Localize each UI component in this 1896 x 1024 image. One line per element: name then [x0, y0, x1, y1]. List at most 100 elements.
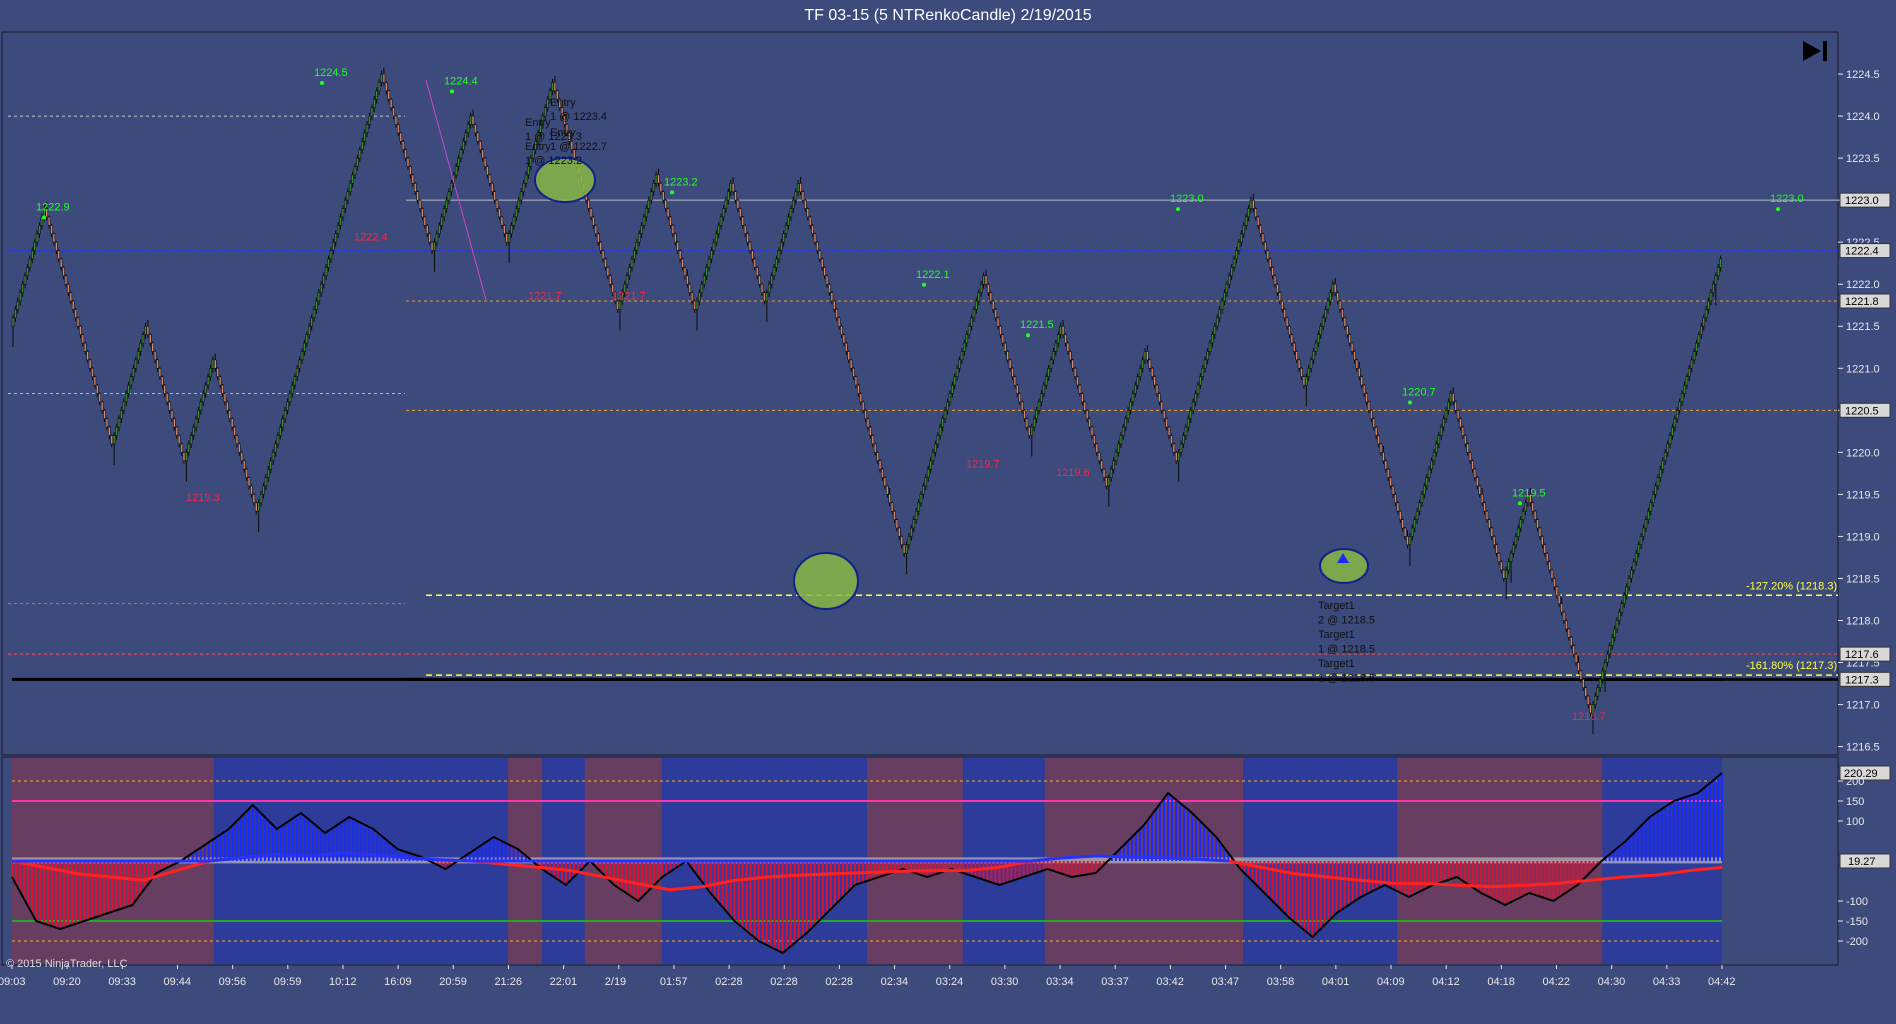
down-brick	[486, 166, 489, 176]
time-tick-label: 04:33	[1653, 976, 1681, 988]
up-brick	[199, 401, 203, 411]
down-brick	[1495, 544, 1498, 554]
down-brick	[156, 359, 159, 369]
up-brick	[1719, 258, 1722, 268]
down-brick	[1345, 325, 1349, 335]
down-brick	[686, 275, 689, 285]
up-brick	[645, 208, 648, 218]
up-brick	[1423, 485, 1426, 495]
time-tick-label: 04:30	[1598, 976, 1626, 988]
down-brick	[1280, 300, 1284, 310]
renko-chart[interactable]: 1216.51217.01217.51218.01218.51219.01219…	[0, 0, 1896, 1024]
up-brick	[141, 334, 145, 344]
up-brick	[710, 250, 713, 260]
up-brick	[115, 426, 118, 436]
osc-value-bubble-label: 220.29	[1844, 768, 1878, 780]
down-brick	[394, 115, 398, 125]
up-brick	[1663, 452, 1667, 462]
up-brick	[365, 124, 369, 134]
down-brick	[1259, 225, 1262, 235]
up-brick	[197, 410, 200, 420]
down-brick	[688, 283, 692, 293]
up-brick	[346, 191, 350, 201]
time-tick-label: 02:28	[825, 976, 853, 988]
up-brick	[139, 342, 142, 352]
up-brick	[1671, 426, 1674, 436]
up-brick	[1606, 653, 1609, 663]
copyright-label: © 2015 NinjaTrader, LLC	[6, 958, 127, 970]
up-brick	[1442, 418, 1445, 428]
up-brick	[127, 384, 130, 394]
down-brick	[592, 216, 595, 226]
swing-high-dot	[1776, 207, 1780, 212]
down-brick	[1016, 384, 1019, 394]
up-brick	[1230, 267, 1233, 277]
down-brick	[161, 376, 164, 386]
up-brick	[1056, 334, 1060, 344]
down-brick	[736, 199, 740, 209]
price-bubble-label: 1222.4	[1845, 246, 1879, 258]
up-brick	[351, 174, 354, 184]
up-brick	[1179, 443, 1183, 453]
up-brick	[132, 367, 135, 377]
down-brick	[74, 309, 77, 319]
up-brick	[1225, 283, 1229, 293]
down-brick	[79, 325, 82, 335]
up-brick	[698, 292, 701, 302]
down-brick	[1579, 670, 1583, 680]
down-brick	[1485, 510, 1489, 520]
down-brick	[828, 283, 831, 293]
down-brick	[67, 283, 70, 293]
up-brick	[348, 183, 352, 193]
down-brick	[64, 275, 68, 285]
up-brick	[796, 183, 800, 193]
down-brick	[1553, 578, 1556, 588]
down-brick	[746, 233, 749, 243]
up-brick	[1194, 393, 1197, 403]
up-brick	[1114, 452, 1118, 462]
down-brick	[1538, 527, 1542, 537]
down-brick	[1396, 502, 1400, 512]
up-brick	[380, 73, 383, 83]
down-brick	[1090, 426, 1094, 436]
down-brick	[1097, 452, 1101, 462]
down-brick	[808, 216, 812, 226]
down-brick	[505, 233, 509, 243]
down-brick	[81, 334, 85, 344]
up-brick	[628, 267, 631, 277]
swing-low-label: 1219.7	[966, 459, 1000, 471]
up-brick	[1312, 351, 1315, 361]
down-brick	[1454, 401, 1457, 411]
down-brick	[1146, 351, 1149, 361]
swing-high-dot	[1026, 333, 1030, 338]
down-brick	[1172, 443, 1176, 453]
up-brick	[1712, 283, 1715, 293]
down-brick	[250, 485, 253, 495]
price-tick-label: 1224.0	[1846, 111, 1880, 123]
up-brick	[1215, 317, 1219, 327]
up-brick	[1321, 317, 1325, 327]
up-brick	[1126, 410, 1130, 420]
down-brick	[885, 485, 889, 495]
up-brick	[507, 233, 511, 243]
down-brick	[1081, 393, 1084, 403]
up-brick	[963, 342, 966, 352]
up-brick	[129, 376, 133, 386]
up-brick	[440, 216, 444, 226]
down-brick	[1353, 351, 1356, 361]
time-tick-label: 10:12	[329, 976, 357, 988]
down-brick	[488, 174, 492, 184]
up-brick	[1052, 351, 1055, 361]
down-brick	[801, 191, 805, 201]
down-brick	[753, 258, 757, 268]
down-brick	[1541, 536, 1544, 546]
up-brick	[1247, 208, 1250, 218]
down-brick	[1264, 241, 1267, 251]
down-brick	[1468, 452, 1472, 462]
swing-high-label: 1219.5	[1512, 487, 1546, 499]
down-brick	[1023, 410, 1026, 420]
up-brick	[953, 376, 957, 386]
down-brick	[397, 124, 400, 134]
up-brick	[185, 452, 188, 462]
skip-to-end-icon[interactable]	[1801, 38, 1831, 64]
